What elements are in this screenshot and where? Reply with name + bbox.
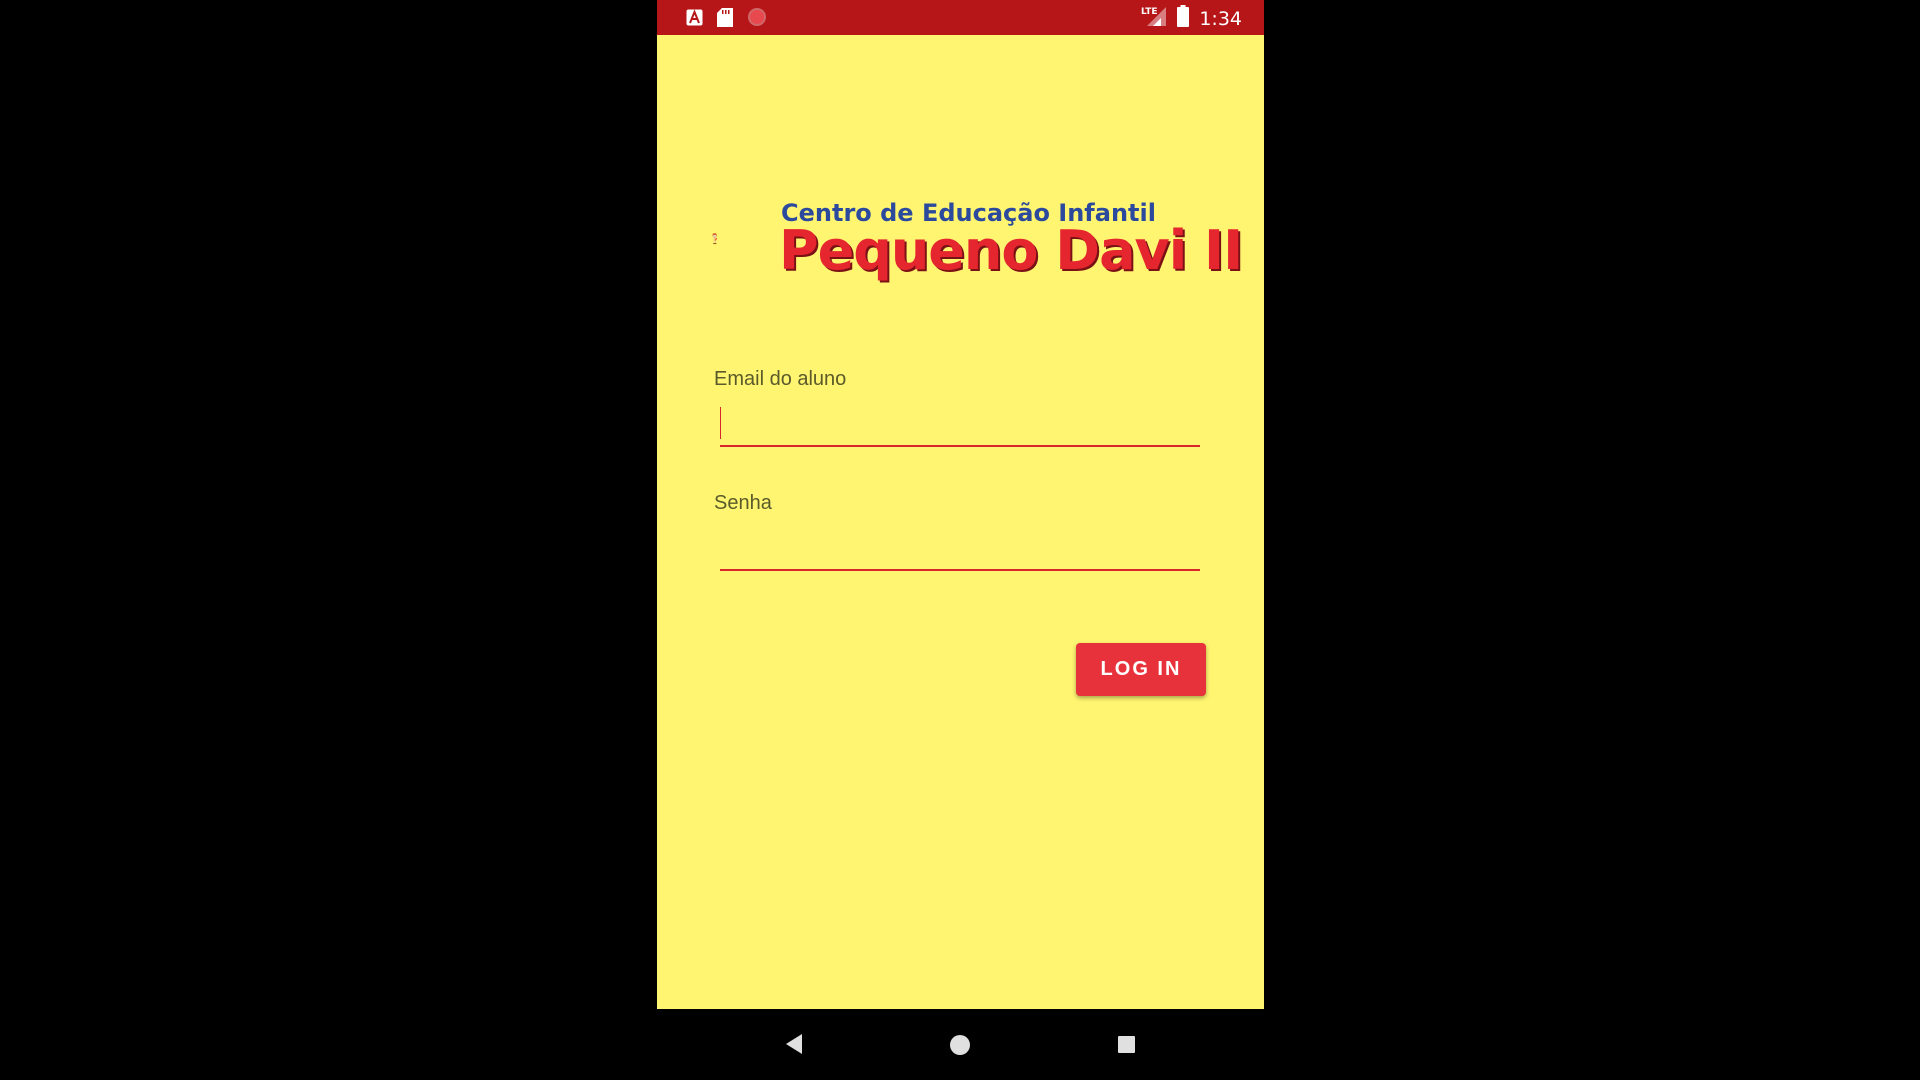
text-cursor xyxy=(720,407,721,439)
password-field[interactable] xyxy=(720,531,1200,571)
back-icon[interactable] xyxy=(784,1033,804,1060)
recents-icon[interactable] xyxy=(1117,1035,1136,1059)
email-field[interactable] xyxy=(720,407,1200,447)
record-icon xyxy=(747,7,767,32)
status-time: 1:34 xyxy=(1199,7,1242,30)
phone-frame: LTE 1:34 Centro de Educação Infantil Peq… xyxy=(657,0,1264,1080)
password-label: Senha xyxy=(714,492,772,514)
login-button[interactable]: LOG IN xyxy=(1076,643,1206,696)
navigation-bar xyxy=(657,1009,1264,1080)
email-label: Email do aluno xyxy=(714,368,847,390)
logo-title: Pequeno Davi II xyxy=(779,219,1243,282)
lte-signal-icon: LTE xyxy=(1141,5,1167,32)
login-screen: Centro de Educação Infantil Pequeno Davi… xyxy=(657,35,1264,1009)
logo-mascot-icon xyxy=(712,233,717,245)
home-icon[interactable] xyxy=(949,1034,971,1061)
status-bar: LTE 1:34 xyxy=(657,0,1264,35)
font-a-icon xyxy=(686,8,703,31)
svg-text:LTE: LTE xyxy=(1141,7,1158,17)
sd-card-icon xyxy=(717,7,733,32)
battery-icon xyxy=(1177,5,1190,32)
